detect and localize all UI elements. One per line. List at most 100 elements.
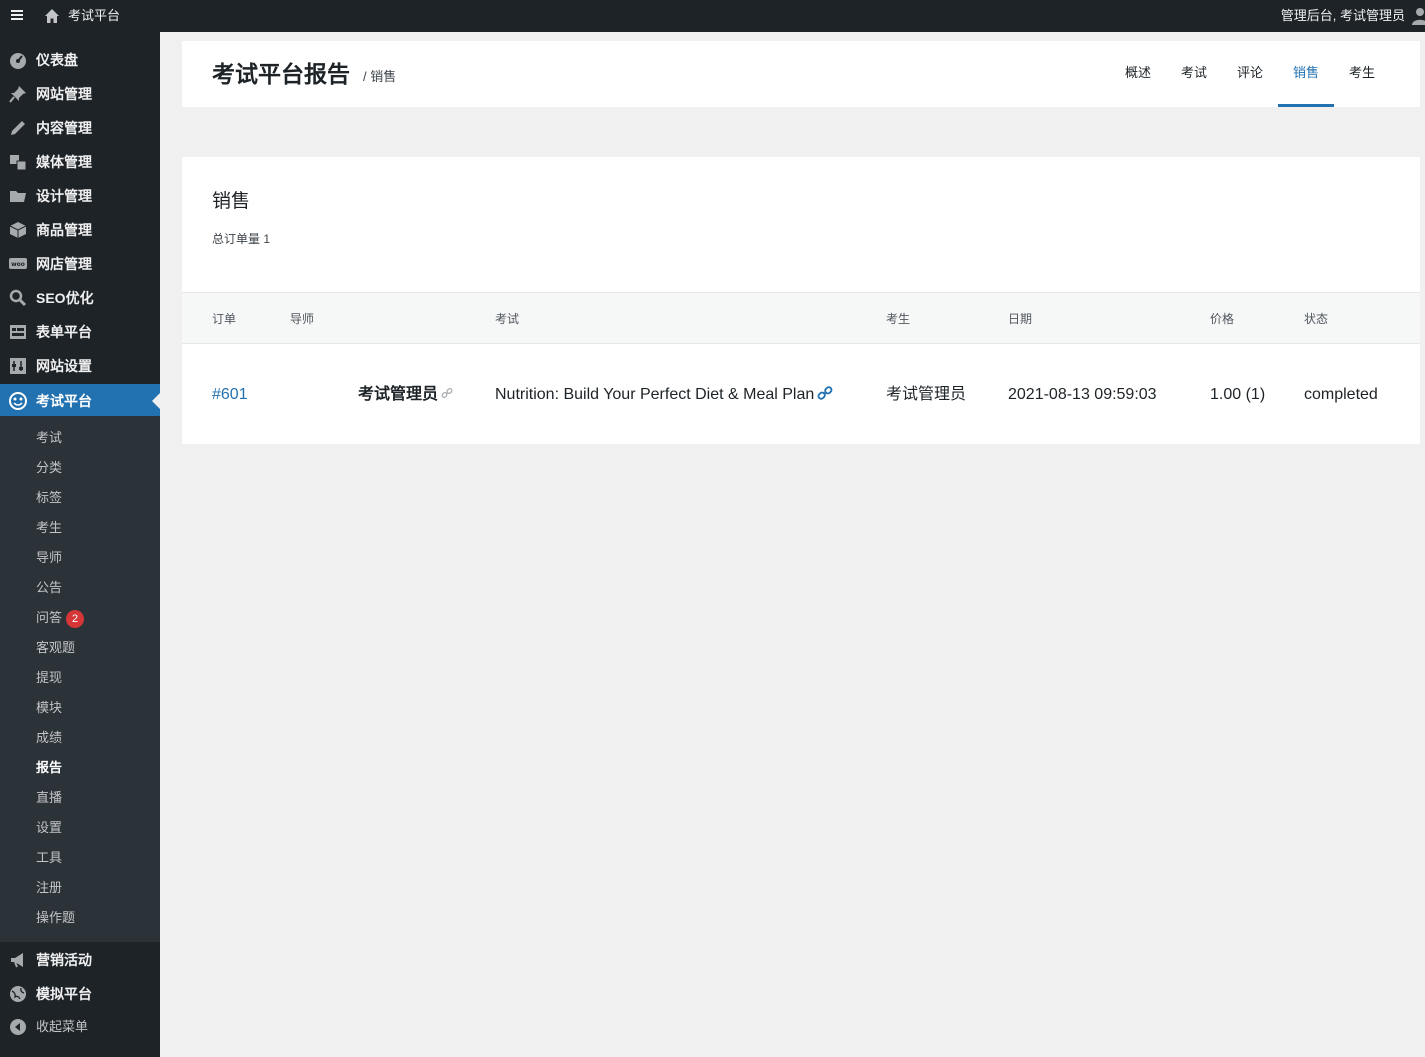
megaphone-icon xyxy=(11,953,23,968)
breadcrumb: / 销售 xyxy=(363,69,397,84)
instructor-cell: 考试管理员 xyxy=(358,385,453,405)
sidebar-item-content[interactable]: 内容管理 xyxy=(0,111,160,145)
link-icon[interactable] xyxy=(441,387,453,399)
exam-name: Nutrition: Build Your Perfect Diet & Mea… xyxy=(495,386,815,403)
sidebar-item-dashboard[interactable]: 仪表盘 xyxy=(0,43,160,77)
sidebar-item-label: 内容管理 xyxy=(36,120,92,136)
table-row: #601 考试管理员 Nutrition: Build Your Perfect… xyxy=(182,344,1420,444)
sidebar-item-label: 仪表盘 xyxy=(36,52,78,68)
col-exam: 考试 xyxy=(495,312,520,326)
sidebar-item-exam-platform[interactable]: 考试平台 xyxy=(0,384,160,418)
current-menu-arrow xyxy=(152,393,160,409)
submenu-item-tags[interactable]: 标签 xyxy=(36,488,62,508)
tab-reviews[interactable]: 评论 xyxy=(1234,41,1266,107)
menu-toggle-icon[interactable] xyxy=(11,8,23,24)
dashboard-icon xyxy=(10,53,26,69)
tab-students[interactable]: 考生 xyxy=(1346,41,1378,107)
sidebar-item-label: 考试平台 xyxy=(36,393,92,409)
sidebar-item-simulation[interactable]: 模拟平台 xyxy=(0,977,160,1011)
site-name-link[interactable]: 考试平台 xyxy=(68,8,120,24)
submenu-item-reports[interactable]: 报告 xyxy=(36,758,62,778)
report-header: 考试平台报告 / 销售 概述 考试 评论 销售 考生 xyxy=(182,41,1420,107)
submenu-item-tools[interactable]: 工具 xyxy=(36,848,62,868)
sales-card: 销售 总订单量 1 订单 导师 考试 考生 日期 价格 状态 #601 考试管理… xyxy=(182,157,1420,444)
form-icon xyxy=(10,325,26,339)
submenu-item-grades[interactable]: 成绩 xyxy=(36,728,62,748)
sidebar-item-label: 网站管理 xyxy=(36,86,92,102)
submenu-item-register[interactable]: 注册 xyxy=(36,878,62,898)
sidebar-item-design[interactable]: 设计管理 xyxy=(0,179,160,213)
submenu-item-live[interactable]: 直播 xyxy=(36,788,62,808)
sidebar-item-products[interactable]: 商品管理 xyxy=(0,213,160,247)
tab-sales[interactable]: 销售 xyxy=(1278,41,1334,107)
media-icon xyxy=(10,155,27,171)
folder-icon xyxy=(10,191,26,202)
submenu-item-instructors[interactable]: 导师 xyxy=(36,548,62,568)
sidebar-item-label: 媒体管理 xyxy=(36,154,92,170)
sidebar-item-label: SEO优化 xyxy=(36,290,94,306)
sidebar-item-label: 营销活动 xyxy=(36,952,92,968)
pencil-icon xyxy=(11,121,25,135)
submenu-item-settings[interactable]: 设置 xyxy=(36,818,62,838)
page-title: 考试平台报告 xyxy=(212,61,350,87)
order-link[interactable]: #601 xyxy=(212,385,248,405)
sidebar-item-site[interactable]: 网站管理 xyxy=(0,77,160,111)
col-order: 订单 xyxy=(212,312,237,326)
collapse-arrow-icon xyxy=(10,1019,26,1035)
collapse-menu-label: 收起菜单 xyxy=(36,1019,89,1034)
col-status: 状态 xyxy=(1304,312,1329,326)
globe-icon xyxy=(10,986,26,1002)
exam-cell: Nutrition: Build Your Perfect Diet & Mea… xyxy=(495,385,833,405)
instructor-name: 考试管理员 xyxy=(358,386,439,403)
search-icon xyxy=(9,289,27,307)
sales-title: 销售 xyxy=(212,191,251,212)
sidebar-item-label: 网站设置 xyxy=(36,358,92,374)
submenu-item-objective[interactable]: 客观题 xyxy=(36,638,75,658)
sidebar-item-label: 表单平台 xyxy=(36,324,92,340)
admin-sidebar: 仪表盘 网站管理 内容管理 媒体管理 设计管理 商品管理 woo 网店管理 SE… xyxy=(0,32,160,1057)
submenu-item-label: 问答 xyxy=(36,610,63,625)
tab-overview[interactable]: 概述 xyxy=(1122,41,1154,107)
pin-icon xyxy=(9,86,26,103)
col-date: 日期 xyxy=(1008,312,1033,326)
price-cell: 1.00 (1) xyxy=(1210,386,1266,403)
submenu-item-qa[interactable]: 问答 2 xyxy=(36,608,85,628)
sidebar-item-forms[interactable]: 表单平台 xyxy=(0,315,160,349)
table-header: 订单 导师 考试 考生 日期 价格 状态 xyxy=(182,292,1420,344)
exam-icon xyxy=(9,392,27,410)
tab-exams[interactable]: 考试 xyxy=(1178,41,1210,107)
status-cell: completed xyxy=(1304,386,1378,403)
col-instructor: 导师 xyxy=(290,312,315,326)
submenu-item-exams[interactable]: 考试 xyxy=(36,428,62,448)
total-orders: 总订单量 1 xyxy=(212,232,271,246)
sidebar-item-settings[interactable]: 网站设置 xyxy=(0,349,160,383)
account-menu[interactable]: 管理后台, 考试管理员 xyxy=(1281,8,1405,24)
submenu-item-modules[interactable]: 模块 xyxy=(36,698,62,718)
submenu-item-students[interactable]: 考生 xyxy=(36,518,62,538)
sidebar-item-label: 模拟平台 xyxy=(36,986,92,1002)
student-cell: 考试管理员 xyxy=(886,386,967,403)
link-icon[interactable] xyxy=(817,385,833,401)
sidebar-item-shop[interactable]: woo 网店管理 xyxy=(0,247,160,281)
submenu-item-categories[interactable]: 分类 xyxy=(36,458,62,478)
qa-count-badge: 2 xyxy=(66,609,85,628)
woo-icon: woo xyxy=(9,258,27,269)
collapse-menu-button[interactable]: 收起菜单 xyxy=(0,1014,160,1040)
exam-platform-submenu: 考试 分类 标签 考生 导师 公告 问答 2 客观题 提现 模块 成绩 报告 直播… xyxy=(0,416,160,942)
sidebar-item-label: 网店管理 xyxy=(36,256,92,272)
col-price: 价格 xyxy=(1210,312,1235,326)
settings-icon xyxy=(10,358,26,374)
admin-bar: 考试平台 管理后台, 考试管理员 xyxy=(0,0,1425,32)
sidebar-item-label: 商品管理 xyxy=(36,222,92,238)
submenu-item-announcements[interactable]: 公告 xyxy=(36,578,62,598)
box-icon xyxy=(9,222,27,238)
home-icon[interactable] xyxy=(44,8,60,24)
user-icon[interactable] xyxy=(1411,7,1425,25)
submenu-item-withdraw[interactable]: 提现 xyxy=(36,668,62,688)
date-cell: 2021-08-13 09:59:03 xyxy=(1008,386,1157,403)
sidebar-item-media[interactable]: 媒体管理 xyxy=(0,145,160,179)
sidebar-item-seo[interactable]: SEO优化 xyxy=(0,281,160,315)
sidebar-item-marketing[interactable]: 营销活动 xyxy=(0,943,160,977)
col-student: 考生 xyxy=(886,312,911,326)
submenu-item-practical[interactable]: 操作题 xyxy=(36,908,75,928)
